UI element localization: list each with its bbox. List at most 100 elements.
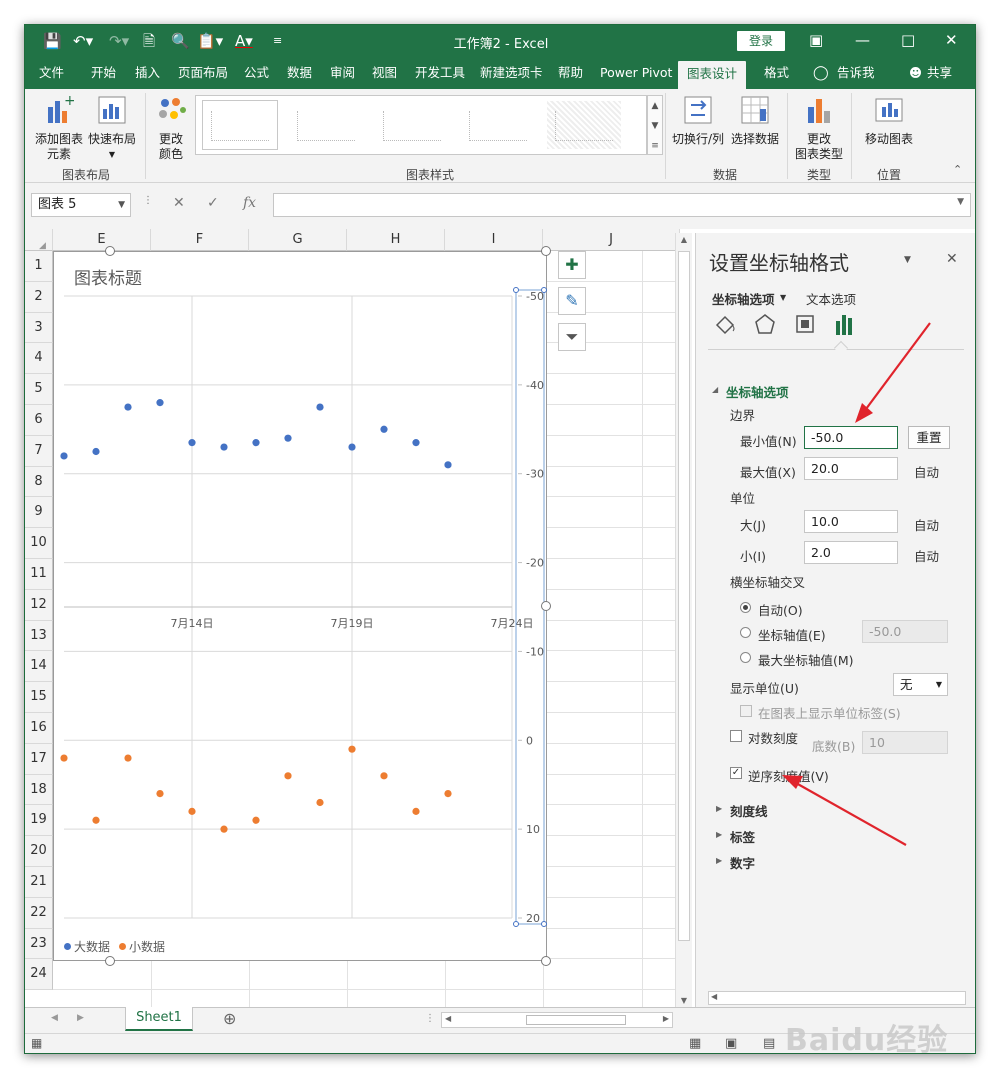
resize-handle[interactable] — [105, 246, 115, 256]
checkbox-reverse-order[interactable]: ✓ — [730, 767, 742, 779]
resize-handle[interactable] — [105, 956, 115, 966]
checkbox-log-scale[interactable] — [730, 730, 742, 742]
column-header[interactable]: H — [347, 229, 445, 251]
change-colors-button[interactable]: 更改 颜色 — [151, 95, 191, 162]
select-data-button[interactable]: 选择数据 — [727, 95, 783, 147]
macro-record-icon[interactable]: ▦ — [31, 1036, 42, 1050]
row-header[interactable]: 3 — [25, 312, 53, 344]
major-unit-input[interactable]: 10.0 — [804, 510, 898, 533]
legend-entry-small[interactable]: 小数据 — [119, 938, 165, 955]
base-input[interactable]: 10 — [862, 731, 948, 754]
reset-button[interactable]: 重置 — [908, 426, 950, 449]
pane-options-icon[interactable]: ▼ — [904, 255, 911, 265]
cancel-icon[interactable]: ✕ — [173, 195, 185, 211]
subtab-text-options[interactable]: 文本选项 — [806, 289, 856, 308]
row-header[interactable]: 12 — [25, 589, 53, 621]
share-button[interactable]: 共享 — [927, 63, 952, 89]
tab-page-layout[interactable]: 页面布局 — [178, 63, 228, 89]
legend-entry-big[interactable]: 大数据 — [64, 938, 110, 955]
plot-area[interactable]: 7月14日 7月19日 7月24日 -50 -40 -30 -20 -10 0 10 20 — [54, 252, 548, 962]
horizontal-scrollbar[interactable]: ◀ ▶ — [441, 1012, 673, 1028]
tab-help[interactable]: 帮助 — [558, 63, 583, 89]
column-header[interactable]: I — [445, 229, 543, 251]
row-header[interactable]: 16 — [25, 713, 53, 744]
expand-triangle-icon[interactable]: ▶ — [716, 830, 722, 839]
vertical-scrollbar[interactable]: ▲ ▼ — [675, 233, 692, 1007]
row-header[interactable]: 9 — [25, 497, 53, 529]
collapse-ribbon-icon[interactable]: ⌃ — [953, 163, 962, 176]
row-header[interactable]: 22 — [25, 897, 53, 929]
scroll-thumb[interactable] — [526, 1015, 626, 1025]
chart-styles-button[interactable]: ✎ — [558, 287, 586, 315]
expand-icon[interactable]: ▼ — [957, 197, 964, 207]
min-value-input[interactable]: -50.0 — [804, 426, 898, 449]
tab-chart-design[interactable]: 图表设计 — [678, 61, 747, 89]
normal-view-icon[interactable]: ▦ — [689, 1036, 701, 1051]
name-box[interactable]: 图表 5 ▼ — [31, 193, 131, 217]
row-header[interactable]: 6 — [25, 405, 53, 436]
scroll-left-icon[interactable]: ◀ — [445, 1014, 451, 1023]
gallery-scroll[interactable]: ▲ ▼ ≡ — [647, 95, 663, 155]
tab-data[interactable]: 数据 — [287, 63, 312, 89]
row-header[interactable]: 21 — [25, 867, 53, 898]
chart-style-5[interactable] — [546, 100, 622, 150]
section-number[interactable]: 数字 — [730, 853, 755, 872]
chart-style-3[interactable] — [374, 100, 450, 150]
row-header[interactable]: 2 — [25, 281, 53, 313]
tab-developer[interactable]: 开发工具 — [415, 63, 465, 89]
fill-line-icon[interactable] — [712, 311, 738, 337]
quick-layout-button[interactable]: 快速布局 ▼ — [85, 95, 139, 162]
row-header[interactable]: 18 — [25, 774, 53, 806]
page-layout-view-icon[interactable]: ▣ — [725, 1036, 737, 1051]
column-header[interactable]: F — [151, 229, 249, 251]
row-header[interactable]: 1 — [25, 251, 53, 282]
scroll-right-icon[interactable]: ▶ — [663, 1014, 669, 1023]
section-labels[interactable]: 标签 — [730, 827, 755, 846]
radio-cross-value[interactable] — [740, 627, 751, 638]
scroll-up-icon[interactable]: ▲ — [676, 235, 692, 244]
row-header[interactable]: 17 — [25, 743, 53, 775]
chevron-down-icon[interactable]: ▼ — [780, 293, 786, 302]
chart-style-4[interactable] — [460, 100, 536, 150]
chart-filters-button[interactable]: ⏷ — [558, 323, 586, 351]
column-header[interactable]: G — [249, 229, 347, 251]
row-header[interactable]: 15 — [25, 682, 53, 713]
expand-triangle-icon[interactable]: ▶ — [716, 856, 722, 865]
add-chart-element-button[interactable]: + 添加图表 元素 — [31, 93, 87, 162]
pane-hscroll[interactable]: ◀ — [708, 991, 966, 1005]
max-value-input[interactable]: 20.0 — [804, 457, 898, 480]
pane-close-icon[interactable]: ✕ — [946, 251, 958, 267]
cross-value-input[interactable]: -50.0 — [862, 620, 948, 643]
tab-new[interactable]: 新建选项卡 — [480, 63, 543, 89]
section-axis-options[interactable]: 坐标轴选项 — [726, 382, 789, 401]
chart-elements-button[interactable]: ✚ — [558, 251, 586, 279]
chart-style-1[interactable] — [202, 100, 278, 150]
chart-styles-gallery[interactable] — [195, 95, 647, 155]
tab-view[interactable]: 视图 — [372, 63, 397, 89]
radio-cross-auto[interactable] — [740, 602, 751, 613]
row-header[interactable]: 10 — [25, 528, 53, 559]
tell-me[interactable]: 告诉我 — [837, 63, 875, 89]
tab-format[interactable]: 格式 — [764, 63, 789, 89]
tab-file[interactable]: 文件 — [39, 63, 64, 89]
login-button[interactable]: 登录 — [737, 31, 785, 51]
row-header[interactable]: 8 — [25, 466, 53, 498]
row-header[interactable]: 13 — [25, 620, 53, 652]
display-units-select[interactable]: 无 ▼ — [893, 673, 948, 696]
close-icon[interactable]: ✕ — [945, 31, 958, 49]
row-header[interactable]: 20 — [25, 836, 53, 867]
row-header[interactable]: 7 — [25, 435, 53, 467]
formula-input[interactable]: ▼ — [273, 193, 971, 217]
scroll-down-icon[interactable]: ▼ — [676, 996, 692, 1005]
column-header[interactable]: E — [53, 229, 151, 251]
tab-insert[interactable]: 插入 — [135, 63, 160, 89]
radio-cross-max[interactable] — [740, 652, 751, 663]
minimize-icon[interactable]: — — [855, 31, 870, 49]
enter-icon[interactable]: ✓ — [207, 195, 219, 211]
chart-style-2[interactable] — [288, 100, 364, 150]
row-header[interactable]: 5 — [25, 374, 53, 405]
row-header[interactable]: 4 — [25, 343, 53, 375]
row-header[interactable]: 24 — [25, 959, 53, 991]
column-header[interactable]: J — [543, 229, 680, 251]
row-header[interactable]: 11 — [25, 559, 53, 590]
